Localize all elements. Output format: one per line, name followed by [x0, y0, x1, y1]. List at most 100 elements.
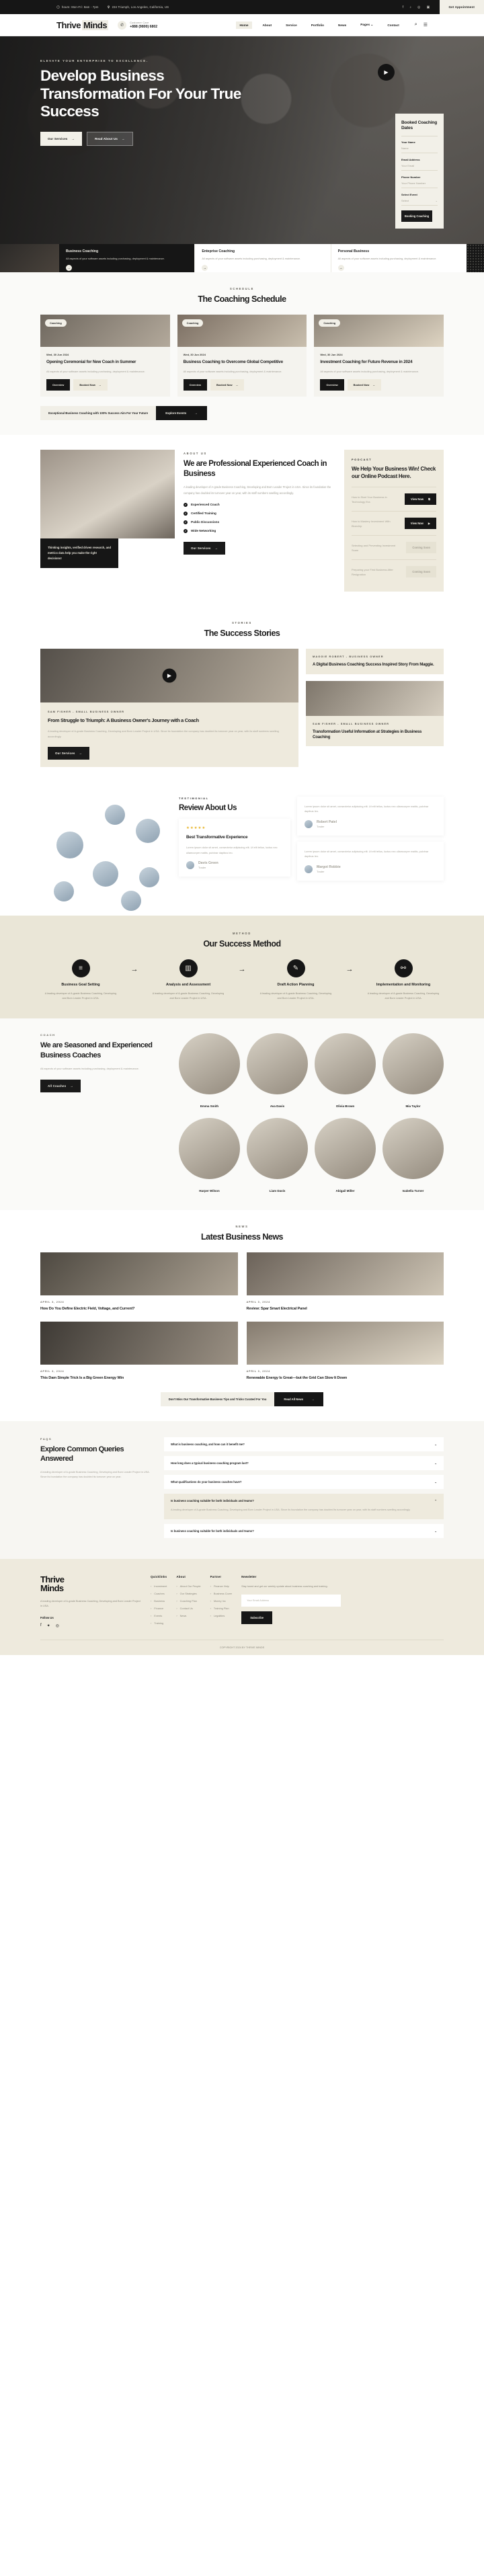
check-icon: ✓ [184, 528, 188, 533]
nav-item-home[interactable]: Home [236, 21, 252, 29]
nav-item-service[interactable]: Service [282, 22, 300, 29]
faq-question[interactable]: What is business coaching, and how can i… [164, 1437, 444, 1452]
nav-item-about[interactable]: About [259, 22, 276, 29]
footer-link[interactable]: › Legalities [210, 1614, 233, 1617]
instagram-icon[interactable]: ◎ [417, 5, 421, 9]
all-coaches-button[interactable]: All Coaches → [40, 1080, 81, 1093]
story-side-card[interactable]: SAM FISHER - SMALL BUSINESS OWNER Transf… [306, 680, 444, 747]
footer-link[interactable]: › Training Plan [210, 1607, 233, 1610]
footer-link[interactable]: › News [176, 1614, 200, 1617]
team-member[interactable]: Mia Taylor [382, 1033, 444, 1111]
facebook-icon[interactable]: f [40, 1623, 42, 1628]
read-all-news-button[interactable]: Read All News → [274, 1392, 324, 1407]
faq-question-active[interactable]: Is business coaching suitable for both i… [164, 1494, 444, 1508]
instagram-icon[interactable]: ◎ [56, 1623, 59, 1628]
story-main-card[interactable]: ▶ SAM FISHER - SMALL BUSINESS OWNER From… [40, 649, 298, 767]
footer-link[interactable]: › Our Strategies [176, 1592, 200, 1595]
twitter-icon[interactable]: ✦ [47, 1623, 50, 1628]
faq-question[interactable]: How long does a typical business coachin… [164, 1456, 444, 1471]
booked-now-button[interactable]: Booked Now → [210, 379, 245, 391]
overview-button[interactable]: Overview [320, 379, 344, 391]
podcast-title: We Help Your Business Win! Check our Onl… [352, 466, 436, 480]
team-member[interactable]: Harper Wilson [179, 1118, 240, 1195]
footer-link[interactable]: › Training [151, 1621, 167, 1625]
footer-link[interactable]: › Investment [151, 1584, 167, 1588]
play-icon[interactable]: ▶ [162, 668, 177, 683]
footer-link[interactable]: › Events [151, 1614, 167, 1617]
about-services-button[interactable]: Our Services → [184, 541, 226, 555]
footer-logo[interactable]: Thrive Minds [40, 1574, 141, 1593]
author-role: Trader [317, 824, 325, 828]
footer-link[interactable]: › About Our People [176, 1584, 200, 1588]
customer-care[interactable]: ✆ Customer Care +888 (9800) 6802 [118, 20, 157, 30]
footer-link[interactable]: › Business [151, 1599, 167, 1603]
search-icon[interactable]: ⌕ [415, 22, 417, 28]
phone-input[interactable]: Your Phone Number [401, 182, 438, 189]
team-member[interactable]: Emma Smith [179, 1033, 240, 1111]
facebook-icon[interactable]: f [403, 5, 404, 9]
story-side-card[interactable]: MAGGIE ROBERT - BUSINESS OWNER A Digital… [306, 649, 444, 674]
schedule-card[interactable]: Coaching Wed, 30 Jun 2024 Opening Ceremo… [40, 315, 170, 397]
arrow-right-icon[interactable]: → [66, 264, 72, 271]
news-card[interactable]: APRIL 3, 2024 Renewable Energy Is Great—… [246, 1322, 444, 1381]
read-about-us-button[interactable]: Read About Us → [87, 131, 133, 146]
footer-link[interactable]: › Coaches [151, 1592, 167, 1595]
news-card[interactable]: APRIL 3, 2024 This Dam Simple Trick Is a… [40, 1322, 238, 1381]
top-bar: hours: Mon-Fri: 8am - 7pm 234 Triumph, L… [0, 0, 484, 14]
team-member[interactable]: Olivia Brown [315, 1033, 376, 1111]
tiktok-icon[interactable]: ♪ [409, 5, 411, 9]
booked-now-button[interactable]: Booked Now → [347, 379, 382, 391]
story-services-button[interactable]: Our Services → [48, 746, 90, 760]
footer-link[interactable]: › Business Cover [210, 1592, 233, 1595]
service-card-personal-business[interactable]: Personal Business All aspects of your so… [330, 244, 467, 272]
podcast-view-button[interactable]: View Now ⧉ [405, 493, 436, 506]
booking-submit-button[interactable]: Booking Coaching [401, 210, 432, 223]
get-appointment-button[interactable]: Get Appointment [439, 0, 484, 14]
footer-link[interactable]: › Coaching Plan [176, 1599, 200, 1603]
podcast-episode-title: How to Start Your Business in Technology… [352, 495, 387, 504]
schedule-card[interactable]: Coaching Wed, 30 Jun 2024 Investment Coa… [314, 315, 444, 397]
nav-item-contact[interactable]: Contact [384, 22, 402, 29]
hamburger-icon[interactable]: ☰ [424, 22, 428, 28]
schedule-text: All aspects of your software assets incl… [183, 370, 282, 374]
nav-item-news[interactable]: News [335, 22, 350, 29]
service-card-business-coaching[interactable]: Business Coaching All aspects of your so… [59, 244, 195, 272]
play-icon[interactable]: ▶ [378, 64, 395, 81]
schedule-card[interactable]: Coaching Wed, 30 Jun 2024 Business Coach… [177, 315, 307, 397]
footer-link[interactable]: › Contact Us [176, 1607, 200, 1610]
footer-link[interactable]: › Finance [151, 1607, 167, 1610]
email-input[interactable]: Your Email [401, 164, 438, 171]
overview-button[interactable]: Overview [183, 379, 207, 391]
member-name: Harper Wilson [199, 1189, 220, 1193]
service-card-enterprise-coaching[interactable]: Enteprise Coaching All aspects of your s… [194, 244, 331, 272]
linkedin-icon[interactable]: ▣ [427, 5, 430, 9]
team-member[interactable]: Liam Davis [247, 1118, 308, 1195]
nav-item-portfolio[interactable]: Portfolio [308, 22, 327, 29]
podcast-episode-title: Selecting and Preventing Investment Scam [352, 543, 396, 552]
footer-link[interactable]: › Finance Help [210, 1584, 233, 1588]
news-card[interactable]: APRIL 3, 2024 How Do You Define Electric… [40, 1252, 238, 1312]
event-select[interactable]: Select ⌄ [401, 199, 438, 206]
our-services-button[interactable]: Our Services → [40, 131, 83, 146]
booked-now-button[interactable]: Booked Now → [73, 379, 108, 391]
team-member[interactable]: Ava Davis [247, 1033, 308, 1111]
team-member[interactable]: Isabella Turner [382, 1118, 444, 1195]
site-logo[interactable]: Thrive Minds [56, 19, 109, 30]
arrow-right-icon[interactable]: → [202, 264, 208, 271]
news-date: APRIL 3, 2024 [40, 1370, 65, 1373]
news-card[interactable]: APRIL 3, 2024 Review: Spar Smart Electri… [246, 1252, 444, 1312]
arrow-right-icon[interactable]: → [337, 264, 344, 271]
nav-item-pages[interactable]: Pages ⌄ [357, 21, 376, 29]
newsletter-subscribe-button[interactable]: Subscribe [241, 1611, 273, 1624]
schedule-text: All aspects of your software assets incl… [46, 370, 145, 374]
testimonial-text: Lorem ipsum dolor sit amet, consectetur … [305, 849, 429, 858]
overview-button[interactable]: Overview [46, 379, 71, 391]
newsletter-email-input[interactable]: Your Email Address [241, 1594, 341, 1607]
podcast-view-button[interactable]: View Now ▶ [404, 518, 436, 530]
footer-link[interactable]: › Money Inc [210, 1599, 233, 1603]
team-member[interactable]: Abigail Miller [315, 1118, 376, 1195]
explore-events-button[interactable]: Explore Events → [156, 406, 207, 421]
name-input[interactable]: Name [401, 147, 438, 154]
faq-question[interactable]: Is business coaching suitable for both i… [164, 1523, 444, 1538]
faq-question[interactable]: What qualifications do your business coa… [164, 1475, 444, 1490]
